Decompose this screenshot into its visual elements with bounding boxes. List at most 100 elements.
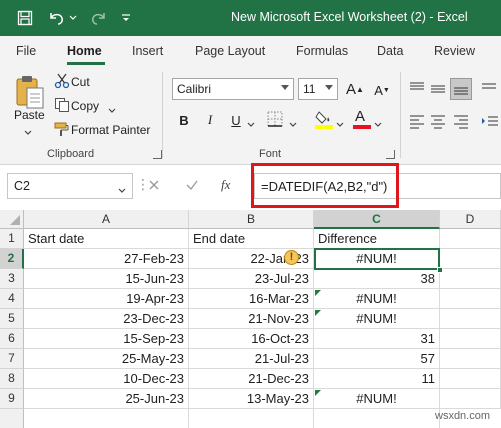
row-header-3[interactable]: 3 — [0, 269, 24, 289]
tab-home[interactable]: Home — [67, 44, 102, 58]
font-name-select[interactable]: Calibri — [172, 78, 294, 100]
save-icon[interactable] — [14, 7, 36, 29]
format-painter-icon[interactable] — [54, 121, 70, 137]
cell-a6[interactable]: 15-Sep-23 — [24, 329, 189, 349]
insert-function-icon[interactable]: fx — [221, 177, 230, 193]
paste-button[interactable]: Paste — [14, 108, 45, 122]
cell-b8[interactable]: 21-Dec-23 — [189, 369, 314, 389]
cell-d5[interactable] — [440, 309, 501, 329]
column-header-b[interactable]: B — [189, 210, 314, 229]
column-header-d[interactable]: D — [440, 210, 501, 229]
row-header-8[interactable]: 8 — [0, 369, 24, 389]
cell-c7[interactable]: 57 — [314, 349, 440, 369]
font-color-icon[interactable]: A — [352, 108, 372, 130]
row-header-4[interactable]: 4 — [0, 289, 24, 309]
font-size-select[interactable]: 11 — [298, 78, 338, 100]
align-center-icon[interactable] — [429, 112, 447, 133]
undo-icon[interactable] — [45, 7, 67, 29]
undo-dropdown-icon[interactable] — [68, 7, 78, 29]
cell-d4[interactable] — [440, 289, 501, 309]
cell-b4[interactable]: 16-Mar-23 — [189, 289, 314, 309]
cell-a10[interactable] — [24, 409, 189, 428]
error-warning-icon[interactable]: ! — [284, 250, 299, 265]
cell-b6[interactable]: 16-Oct-23 — [189, 329, 314, 349]
font-launcher-icon[interactable] — [386, 150, 395, 159]
copy-dropdown-icon[interactable] — [108, 103, 116, 117]
tab-review[interactable]: Review — [434, 44, 475, 58]
cell-d3[interactable] — [440, 269, 501, 289]
cell-d6[interactable] — [440, 329, 501, 349]
row-header-5[interactable]: 5 — [0, 309, 24, 329]
align-middle-icon[interactable] — [429, 80, 447, 101]
align-right-icon[interactable] — [452, 112, 470, 133]
cell-c4[interactable]: #NUM! — [314, 289, 440, 309]
cell-d7[interactable] — [440, 349, 501, 369]
orientation-icon[interactable] — [480, 80, 498, 101]
clipboard-launcher-icon[interactable] — [153, 150, 162, 159]
cell-c5[interactable]: #NUM! — [314, 309, 440, 329]
cell-d9[interactable] — [440, 389, 501, 409]
row-header-2[interactable]: 2 — [0, 249, 24, 269]
cell-b10[interactable] — [189, 409, 314, 428]
align-top-icon[interactable] — [408, 80, 426, 101]
cell-a1[interactable]: Start date — [24, 229, 189, 249]
cell-a2[interactable]: 27-Feb-23 — [24, 249, 189, 269]
paste-dropdown-icon[interactable] — [24, 125, 32, 139]
name-box-dropdown-icon[interactable] — [118, 183, 126, 197]
cut-button[interactable]: Cut — [71, 75, 90, 89]
cell-c3[interactable]: 38 — [314, 269, 440, 289]
scissors-icon[interactable] — [54, 73, 70, 89]
cell-a3[interactable]: 15-Jun-23 — [24, 269, 189, 289]
row-header-9[interactable]: 9 — [0, 389, 24, 409]
underline-button[interactable]: U — [226, 110, 246, 130]
tab-insert[interactable]: Insert — [132, 44, 163, 58]
borders-dropdown-icon[interactable] — [289, 117, 297, 131]
tab-page-layout[interactable]: Page Layout — [195, 44, 265, 58]
copy-icon[interactable] — [54, 97, 70, 113]
align-left-icon[interactable] — [408, 112, 426, 133]
cell-c10[interactable] — [314, 409, 440, 428]
cell-a7[interactable]: 25-May-23 — [24, 349, 189, 369]
enter-check-icon[interactable] — [185, 178, 199, 195]
fill-handle[interactable] — [437, 267, 443, 273]
row-header-7[interactable]: 7 — [0, 349, 24, 369]
fill-color-dropdown-icon[interactable] — [336, 117, 344, 131]
cell-b7[interactable]: 21-Jul-23 — [189, 349, 314, 369]
column-header-a[interactable]: A — [24, 210, 189, 229]
redo-icon[interactable] — [88, 7, 110, 29]
cell-a9[interactable]: 25-Jun-23 — [24, 389, 189, 409]
increase-font-size-icon[interactable]: A ▲ — [345, 79, 365, 99]
italic-button[interactable]: I — [200, 110, 220, 130]
tab-file[interactable]: File — [16, 44, 36, 58]
cell-a4[interactable]: 19-Apr-23 — [24, 289, 189, 309]
cell-d8[interactable] — [440, 369, 501, 389]
indent-icon[interactable] — [480, 112, 498, 133]
row-header-1[interactable]: 1 — [0, 229, 24, 249]
decrease-font-size-icon[interactable]: A ▼ — [372, 80, 392, 100]
select-all-corner[interactable] — [0, 210, 24, 229]
cell-b5[interactable]: 21-Nov-23 — [189, 309, 314, 329]
cell-c6[interactable]: 31 — [314, 329, 440, 349]
cell-a5[interactable]: 23-Dec-23 — [24, 309, 189, 329]
cell-d1[interactable] — [440, 229, 501, 249]
copy-button[interactable]: Copy — [71, 99, 99, 113]
row-header-6[interactable]: 6 — [0, 329, 24, 349]
name-box[interactable]: C2 — [7, 173, 133, 199]
cell-c1[interactable]: Difference — [314, 229, 440, 249]
row-header-10[interactable] — [0, 409, 24, 428]
cell-b3[interactable]: 23-Jul-23 — [189, 269, 314, 289]
cell-a8[interactable]: 10-Dec-23 — [24, 369, 189, 389]
bold-button[interactable]: B — [174, 110, 194, 130]
qat-customize-icon[interactable] — [118, 7, 134, 29]
borders-icon[interactable] — [266, 110, 286, 130]
format-painter-button[interactable]: Format Painter — [71, 123, 150, 137]
fill-color-icon[interactable] — [314, 108, 334, 130]
cell-c8[interactable]: 11 — [314, 369, 440, 389]
underline-dropdown-icon[interactable] — [247, 117, 255, 131]
cell-b1[interactable]: End date — [189, 229, 314, 249]
cell-d2[interactable] — [440, 249, 501, 269]
tab-data[interactable]: Data — [377, 44, 403, 58]
font-color-dropdown-icon[interactable] — [374, 117, 382, 131]
column-header-c[interactable]: C — [314, 210, 440, 229]
tab-formulas[interactable]: Formulas — [296, 44, 348, 58]
